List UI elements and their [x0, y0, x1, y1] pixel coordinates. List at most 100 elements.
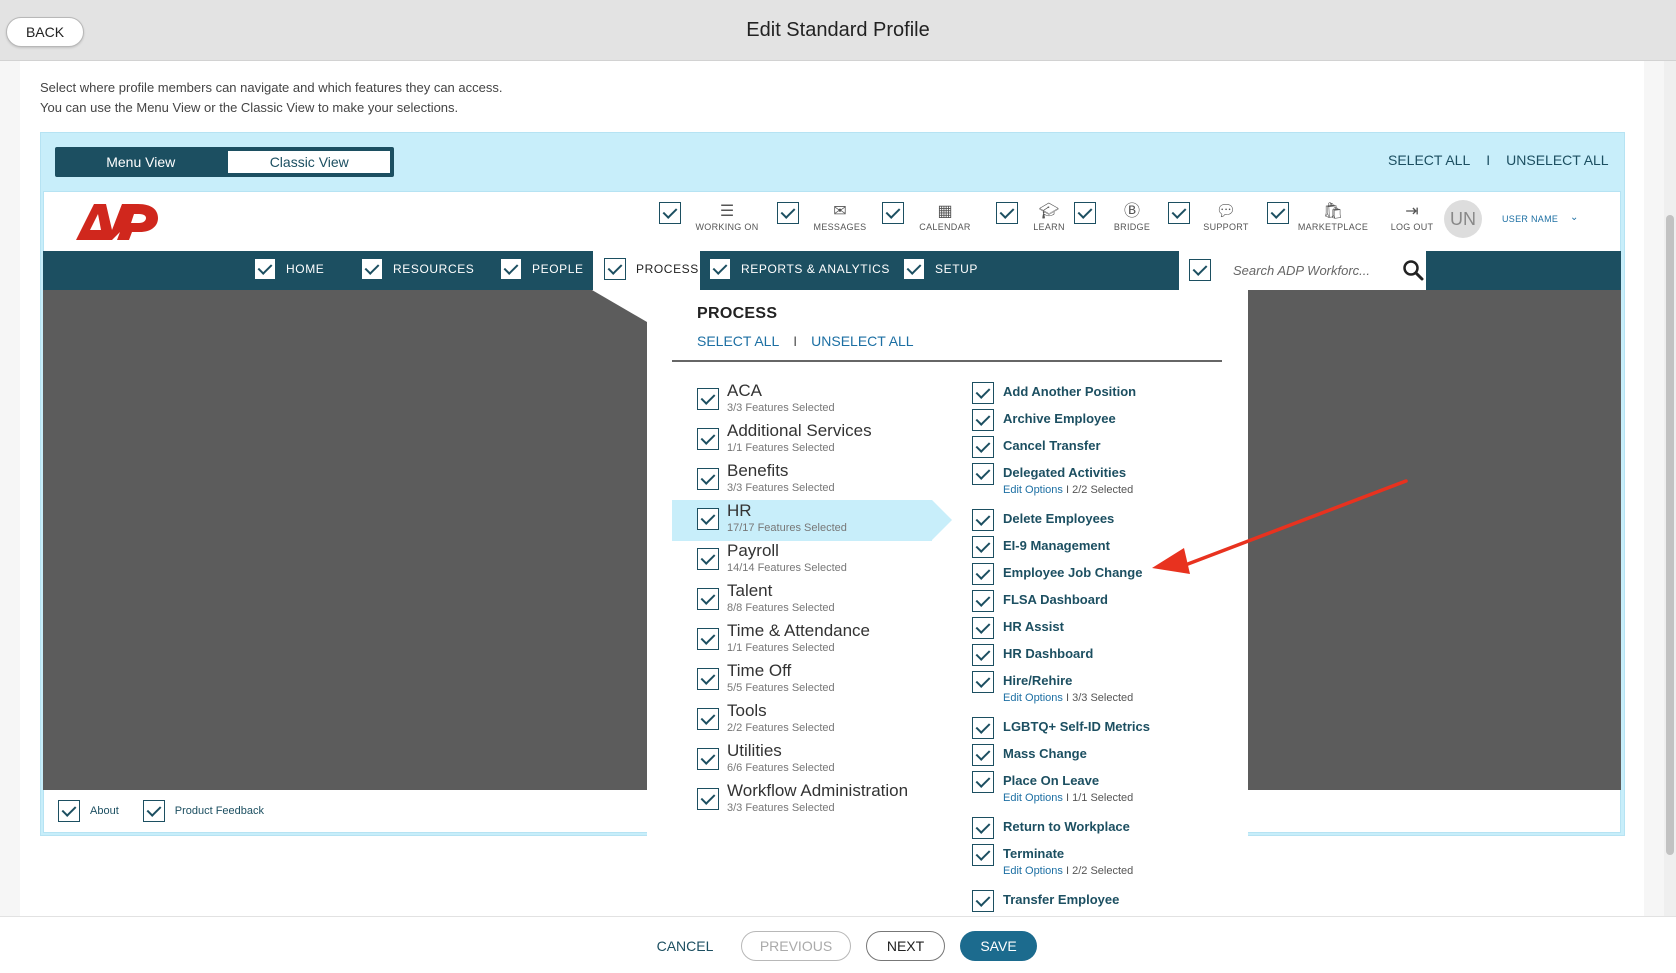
dropdown-unselect-all-link[interactable]: UNSELECT ALL [811, 333, 913, 349]
feature-item[interactable]: EI-9 Management [972, 536, 1110, 558]
category-item-utilities[interactable]: Utilities 6/6 Features Selected [697, 741, 835, 775]
classic-view-tab[interactable]: Classic View [227, 150, 391, 174]
category-item-benefits[interactable]: Benefits 3/3 Features Selected [697, 461, 835, 495]
checkbox-support[interactable] [1168, 202, 1190, 224]
feature-item[interactable]: LGBTQ+ Self-ID Metrics [972, 717, 1150, 739]
nav-item-setup[interactable]: SETUP [903, 258, 978, 280]
search-input[interactable]: Search ADP Workforc... [1179, 251, 1426, 290]
category-item-aca[interactable]: ACA 3/3 Features Selected [697, 381, 835, 415]
checkbox-feature[interactable] [972, 617, 994, 639]
checkbox-feature[interactable] [972, 536, 994, 558]
edit-options-link[interactable]: Edit Options [1003, 692, 1063, 704]
scrollbar[interactable] [1664, 61, 1676, 916]
user-name[interactable]: USER NAME [1502, 214, 1558, 224]
checkbox-category[interactable] [697, 788, 719, 810]
feature-item[interactable]: Delegated Activities Edit Options I 2/2 S… [972, 463, 1133, 497]
feature-item[interactable]: Cancel Transfer [972, 436, 1101, 458]
checkbox-category[interactable] [697, 628, 719, 650]
checkbox-feature[interactable] [972, 463, 994, 485]
nav-item-process[interactable]: PROCESS [604, 258, 699, 280]
checkbox-about[interactable] [58, 800, 80, 822]
feature-item[interactable]: HR Dashboard [972, 644, 1093, 666]
feature-item[interactable]: Terminate Edit Options I 2/2 Selected [972, 844, 1133, 878]
feature-item[interactable]: Archive Employee [972, 409, 1116, 431]
checkbox-working-on[interactable] [659, 202, 681, 224]
checkbox-feature[interactable] [972, 382, 994, 404]
checkbox-reports-analytics[interactable] [709, 258, 731, 280]
checkbox-feature[interactable] [972, 590, 994, 612]
feature-item[interactable]: Transfer Employee [972, 890, 1119, 912]
feature-item[interactable]: Return to Workplace [972, 817, 1130, 839]
checkbox-messages[interactable] [777, 202, 799, 224]
checkbox-resources[interactable] [361, 258, 383, 280]
checkbox-people[interactable] [500, 258, 522, 280]
checkbox-feature[interactable] [972, 744, 994, 766]
nav-item-reports-analytics[interactable]: REPORTS & ANALYTICS [709, 258, 890, 280]
avatar[interactable]: UN [1444, 200, 1482, 238]
checkbox-feature[interactable] [972, 563, 994, 585]
checkbox-feature[interactable] [972, 644, 994, 666]
checkbox-category[interactable] [697, 508, 719, 530]
checkbox-feature[interactable] [972, 671, 994, 693]
edit-options-link[interactable]: Edit Options [1003, 865, 1063, 877]
panel-unselect-all-link[interactable]: UNSELECT ALL [1506, 152, 1608, 168]
checkbox-category[interactable] [697, 748, 719, 770]
category-item-additional-services[interactable]: Additional Services 1/1 Features Selected [697, 421, 872, 455]
feature-item[interactable]: Hire/Rehire Edit Options I 3/3 Selected [972, 671, 1133, 705]
product-feedback-link[interactable]: Product Feedback [175, 805, 264, 817]
feature-item[interactable]: Add Another Position [972, 382, 1136, 404]
checkbox-calendar[interactable] [882, 202, 904, 224]
checkbox-category[interactable] [697, 468, 719, 490]
category-item-talent[interactable]: Talent 8/8 Features Selected [697, 581, 835, 615]
checkbox-feature[interactable] [972, 844, 994, 866]
nav-item-home[interactable]: HOME [254, 258, 324, 280]
category-item-workflow-administration[interactable]: Workflow Administration 3/3 Features Sele… [697, 781, 908, 815]
feature-item[interactable]: Delete Employees [972, 509, 1114, 531]
checkbox-feature[interactable] [972, 771, 994, 793]
checkbox-category[interactable] [697, 668, 719, 690]
category-item-payroll[interactable]: Payroll 14/14 Features Selected [697, 541, 847, 575]
category-item-time-attendance[interactable]: Time & Attendance 1/1 Features Selected [697, 621, 870, 655]
checkbox-search[interactable] [1189, 259, 1211, 281]
about-link[interactable]: About [90, 805, 119, 817]
checkbox-category[interactable] [697, 548, 719, 570]
feature-item[interactable]: Employee Job Change [972, 563, 1142, 585]
checkbox-marketplace[interactable] [1267, 202, 1289, 224]
feature-item[interactable]: HR Assist [972, 617, 1064, 639]
back-button[interactable]: BACK [6, 17, 84, 47]
category-item-hr[interactable]: HR 17/17 Features Selected [697, 501, 847, 535]
checkbox-feature[interactable] [972, 409, 994, 431]
nav-item-resources[interactable]: RESOURCES [361, 258, 474, 280]
panel-select-all-link[interactable]: SELECT ALL [1388, 152, 1470, 168]
edit-options-link[interactable]: Edit Options [1003, 484, 1063, 496]
category-item-time-off[interactable]: Time Off 5/5 Features Selected [697, 661, 835, 695]
menu-view-tab[interactable]: Menu View [56, 148, 226, 176]
checkbox-feature[interactable] [972, 509, 994, 531]
scrollbar-thumb[interactable] [1666, 215, 1674, 855]
edit-options-link[interactable]: Edit Options [1003, 792, 1063, 804]
cancel-button[interactable]: CANCEL [650, 931, 720, 961]
previous-button[interactable]: PREVIOUS [741, 931, 851, 961]
checkbox-process[interactable] [604, 258, 626, 280]
chevron-down-icon[interactable]: ⌄ [1570, 212, 1578, 223]
checkbox-home[interactable] [254, 258, 276, 280]
checkbox-product-feedback[interactable] [142, 800, 165, 822]
feature-item[interactable]: Mass Change [972, 744, 1087, 766]
checkbox-category[interactable] [697, 428, 719, 450]
feature-item[interactable]: Place On Leave Edit Options I 1/1 Selecte… [972, 771, 1133, 805]
nav-item-people[interactable]: PEOPLE [500, 258, 584, 280]
save-button[interactable]: SAVE [960, 931, 1037, 961]
checkbox-category[interactable] [697, 708, 719, 730]
checkbox-category[interactable] [697, 588, 719, 610]
checkbox-feature[interactable] [972, 817, 994, 839]
category-item-tools[interactable]: Tools 2/2 Features Selected [697, 701, 835, 735]
next-button[interactable]: NEXT [866, 931, 945, 961]
checkbox-feature[interactable] [972, 890, 994, 912]
checkbox-feature[interactable] [972, 436, 994, 458]
checkbox-feature[interactable] [972, 717, 994, 739]
checkbox-learn[interactable] [996, 202, 1018, 224]
checkbox-bridge[interactable] [1074, 202, 1096, 224]
dropdown-select-all-link[interactable]: SELECT ALL [697, 333, 779, 349]
feature-item[interactable]: FLSA Dashboard [972, 590, 1108, 612]
search-icon[interactable] [1402, 259, 1424, 281]
